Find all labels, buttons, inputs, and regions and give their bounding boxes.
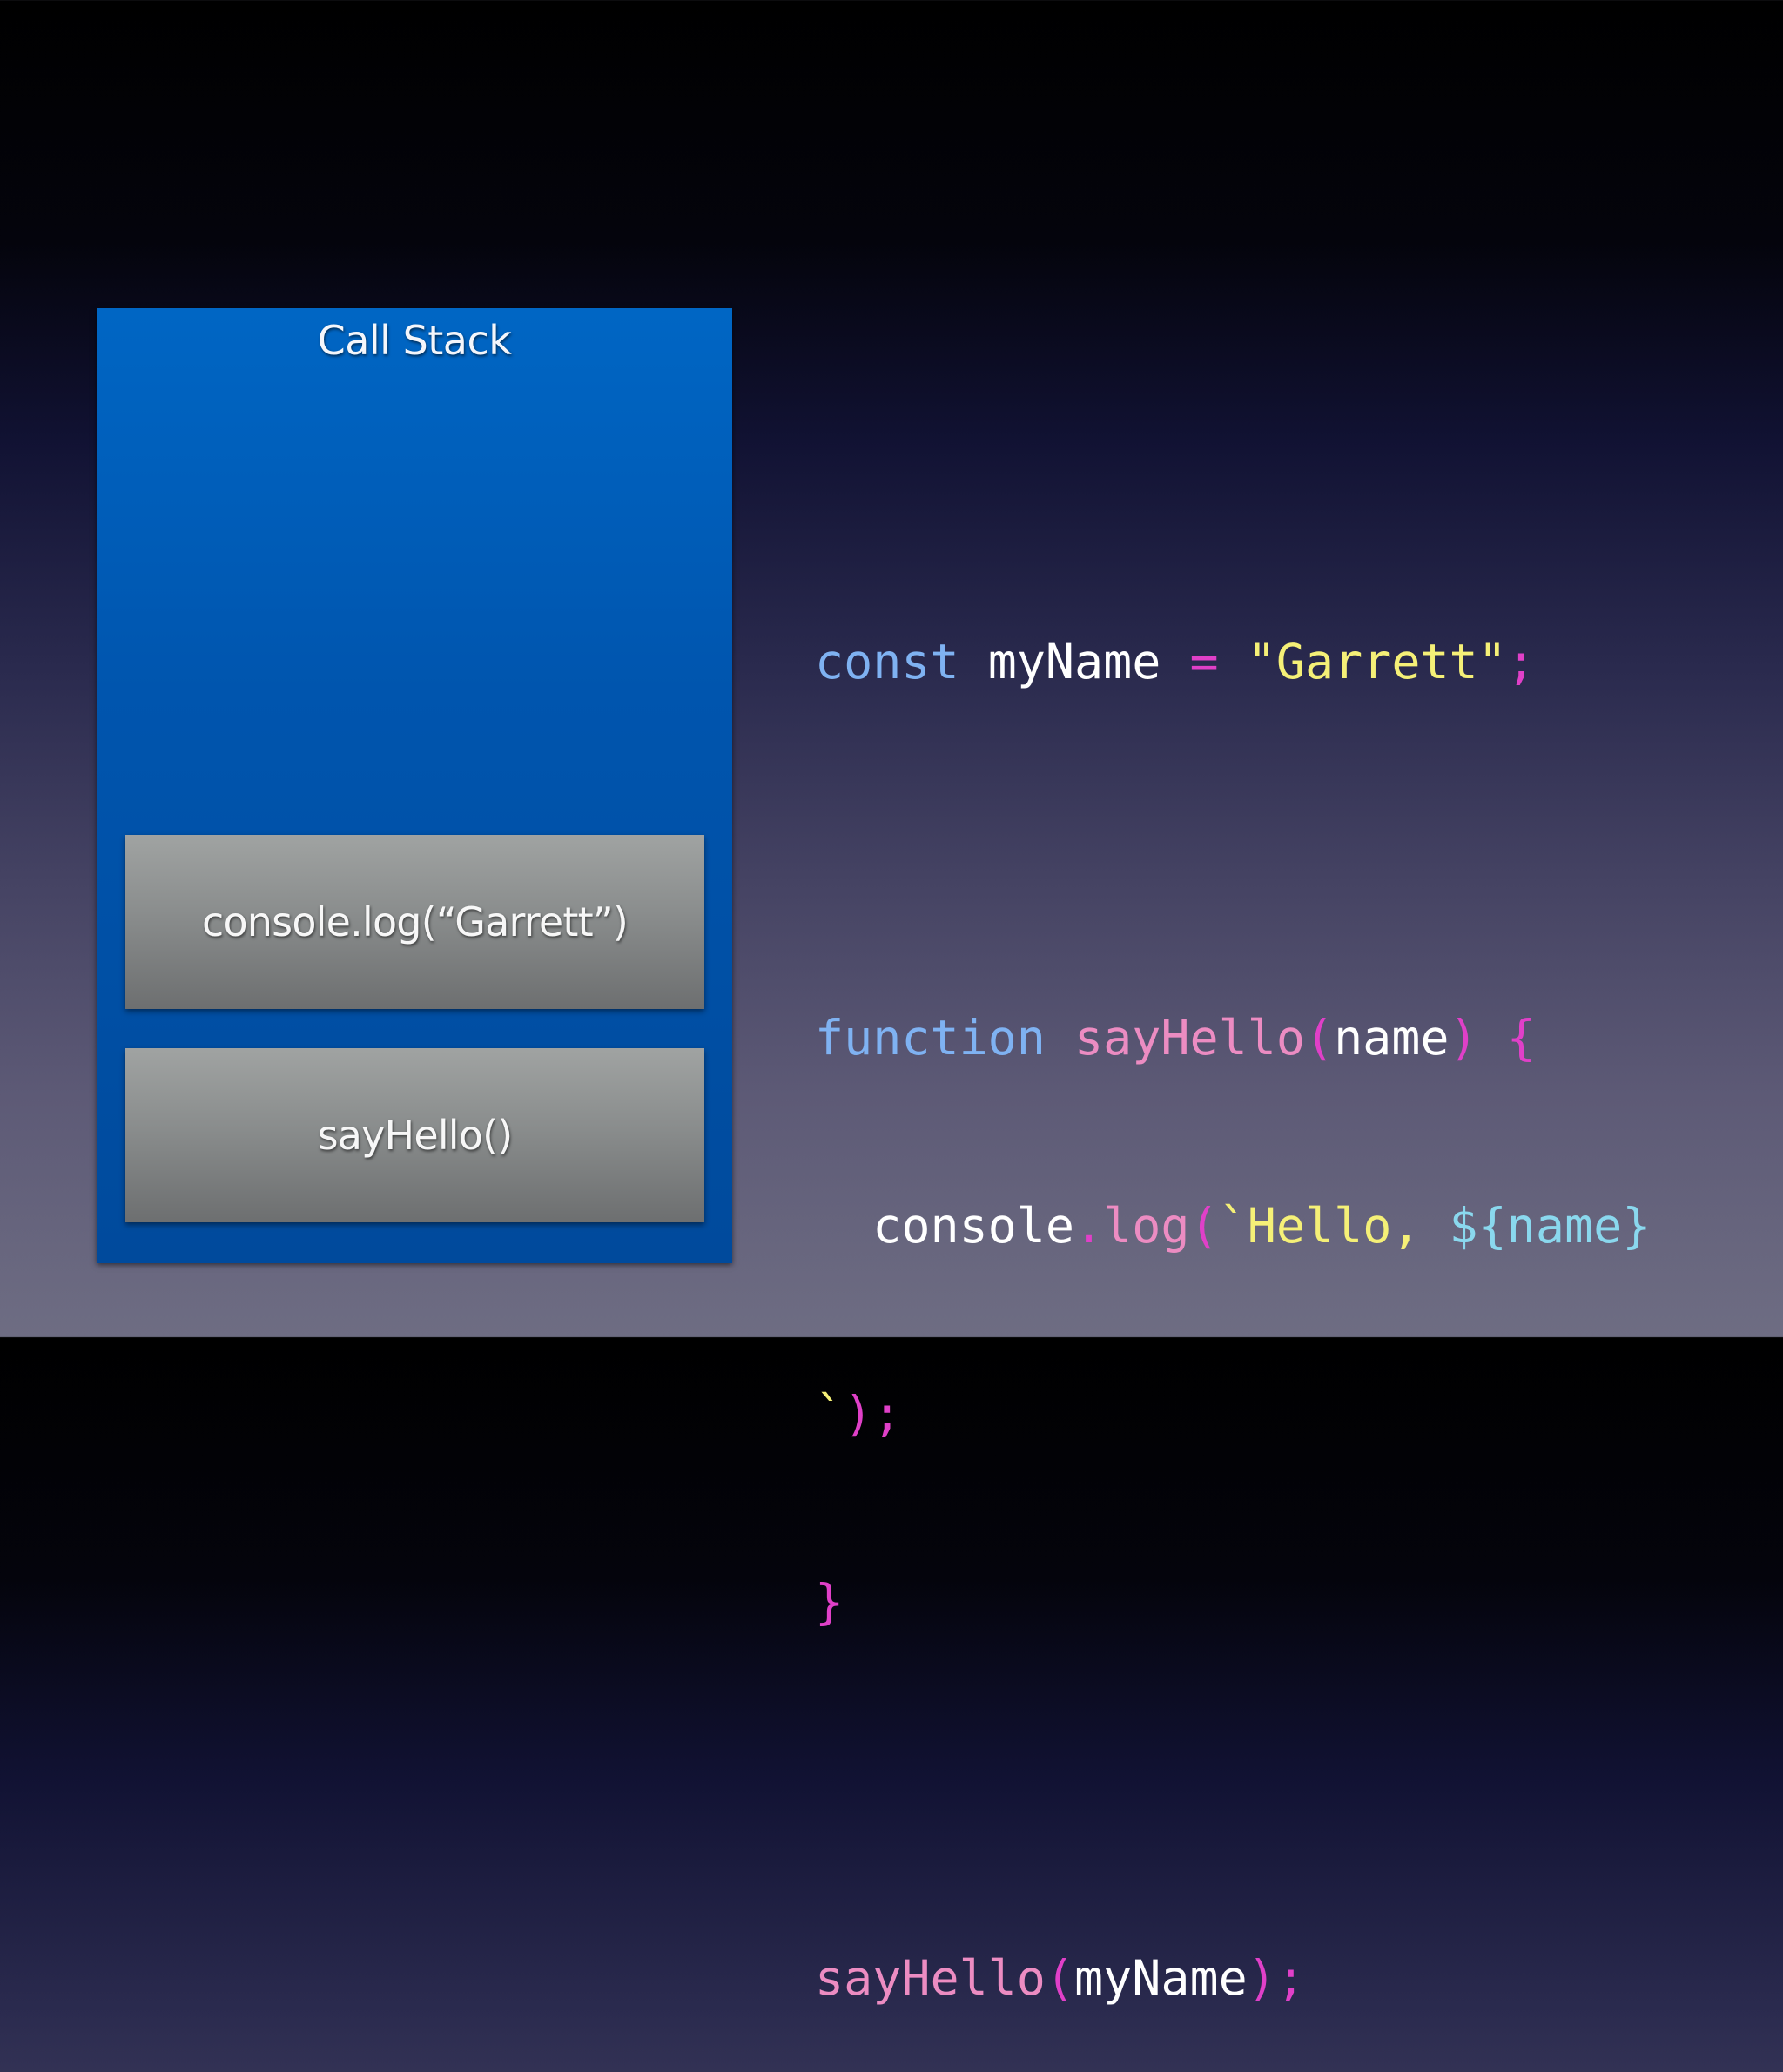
param-name: name — [1334, 1010, 1450, 1066]
code-line-5: `); — [815, 1382, 1651, 1445]
interpolation-close: } — [1622, 1198, 1652, 1254]
call-stack-title: Call Stack — [317, 317, 512, 364]
console-object: console — [872, 1198, 1075, 1254]
semicolon: ; — [1275, 1950, 1305, 2006]
keyword-const: const — [815, 634, 959, 690]
stack-frame-console-log: console.log(“Garrett”) — [125, 835, 704, 1009]
interpolation-var-name: name — [1506, 1198, 1623, 1254]
stack-frame-label: console.log(“Garrett”) — [201, 898, 629, 945]
keyword-function: function — [815, 1010, 1046, 1066]
function-call-sayhello: sayHello — [815, 1950, 1046, 2006]
interpolation-open: ${ — [1449, 1198, 1507, 1254]
close-paren: ) — [844, 1386, 873, 1442]
variable-myname: myName — [987, 634, 1161, 690]
open-paren: ( — [1189, 1198, 1219, 1254]
stack-frame-sayhello: sayHello() — [125, 1048, 704, 1222]
code-line-6: } — [815, 1571, 1651, 1633]
argument-myname: myName — [1074, 1950, 1248, 2006]
backtick: ` — [815, 1386, 844, 1442]
close-paren: ) — [1247, 1950, 1276, 2006]
string-garrett: "Garrett" — [1247, 634, 1507, 690]
stack-frame-label: sayHello() — [317, 1112, 514, 1159]
code-line-8: sayHello(myName); — [815, 1947, 1651, 2009]
code-line-7-blank — [815, 1759, 1651, 1821]
code-line-2-blank — [815, 818, 1651, 881]
open-brace: { — [1506, 1010, 1536, 1066]
backtick: ` — [1218, 1198, 1248, 1254]
code-line-4: console.log(`Hello, ${name} — [815, 1194, 1651, 1257]
code-snippet: const myName = "Garrett"; function sayHe… — [815, 505, 1651, 2072]
semicolon: ; — [872, 1386, 902, 1442]
template-string-hello: Hello, — [1247, 1198, 1450, 1254]
close-paren: ) — [1449, 1010, 1478, 1066]
open-paren: ( — [1304, 1010, 1335, 1066]
code-line-3: function sayHello(name) { — [815, 1006, 1651, 1069]
log-method: log — [1103, 1198, 1190, 1254]
close-brace: } — [815, 1574, 844, 1630]
call-stack-panel: Call Stack console.log(“Garrett”) sayHel… — [97, 308, 732, 1263]
semicolon: ; — [1506, 634, 1536, 690]
dot-operator: . — [1074, 1198, 1104, 1254]
function-name-sayhello: sayHello — [1074, 1010, 1305, 1066]
assignment-operator: = — [1189, 634, 1219, 690]
open-paren: ( — [1045, 1950, 1075, 2006]
code-line-1: const myName = "Garrett"; — [815, 630, 1651, 693]
